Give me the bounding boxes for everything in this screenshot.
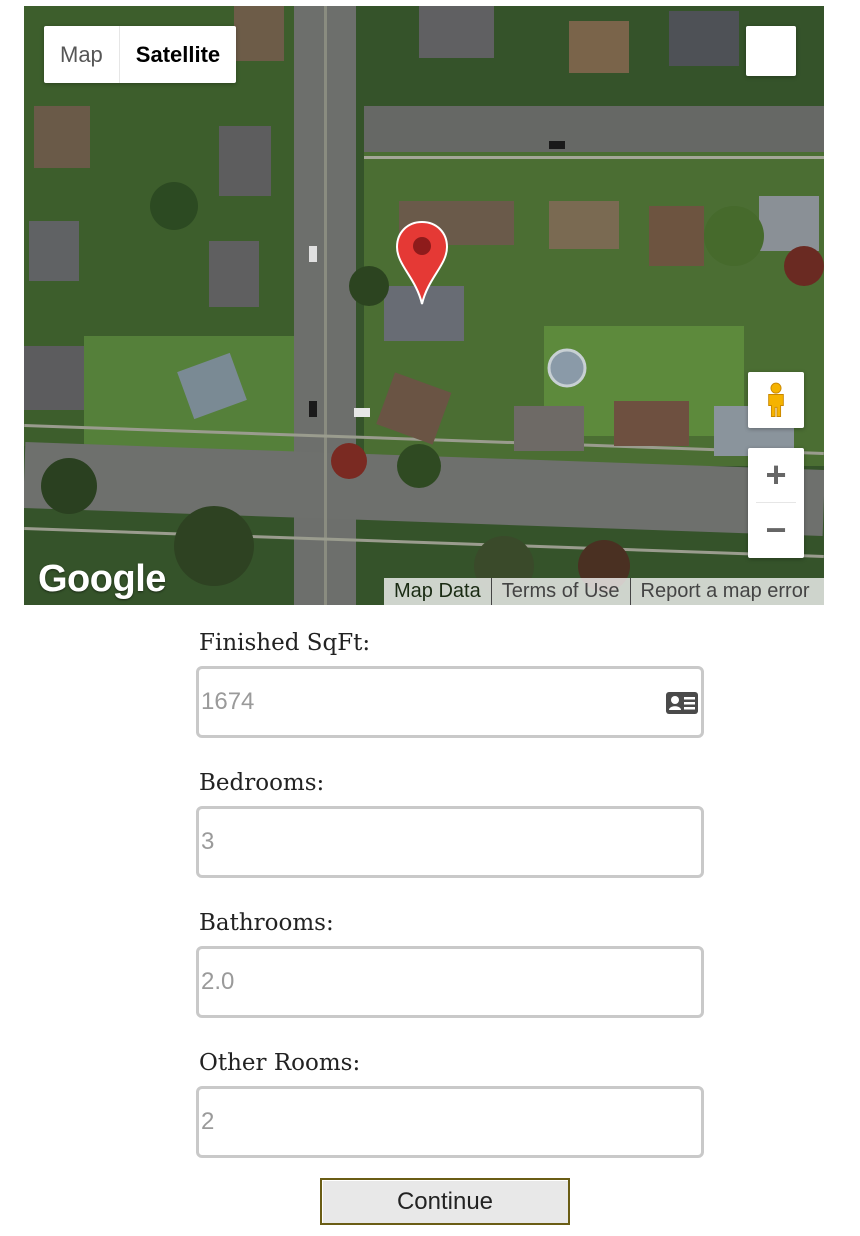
bathrooms-label: Bathrooms: [199,910,334,936]
map-data-link[interactable]: Map Data [384,578,491,605]
map-type-control: Map Satellite [44,26,237,83]
finished-sqft-input[interactable]: 1674 [196,666,704,738]
zoom-out-button[interactable]: − [748,503,804,557]
bedrooms-value: 3 [201,828,215,855]
finished-sqft-label: Finished SqFt: [199,630,371,656]
finished-sqft-value: 1674 [201,688,255,715]
location-marker-icon[interactable] [395,220,449,306]
zoom-control: + − [748,448,804,558]
satellite-view-button[interactable]: Satellite [118,26,236,83]
bathrooms-value: 2.0 [201,968,235,995]
property-details-form: Finished SqFt: 1674 Bedrooms: 3 Bathroom… [196,620,706,1180]
other-rooms-value: 2 [201,1108,215,1135]
contact-card-icon[interactable] [665,691,699,715]
google-logo: Google [38,558,166,600]
other-rooms-input[interactable]: 2 [196,1086,704,1158]
bedrooms-label: Bedrooms: [199,770,325,796]
satellite-map[interactable]: Map Satellite + − Google Map Data Terms … [24,6,824,605]
pegman-icon [768,382,784,417]
bathrooms-input[interactable]: 2.0 [196,946,704,1018]
fullscreen-button[interactable] [746,26,796,76]
continue-button[interactable]: Continue [320,1178,570,1225]
zoom-in-button[interactable]: + [748,448,804,502]
other-rooms-label: Other Rooms: [199,1050,361,1076]
bedrooms-input[interactable]: 3 [196,806,704,878]
map-attribution-bar: Map Data Terms of Use Report a map error [384,578,824,605]
terms-of-use-link[interactable]: Terms of Use [492,578,630,605]
report-map-error-link[interactable]: Report a map error [631,578,820,605]
street-view-pegman-button[interactable] [748,372,804,428]
map-view-button[interactable]: Map [44,26,119,83]
